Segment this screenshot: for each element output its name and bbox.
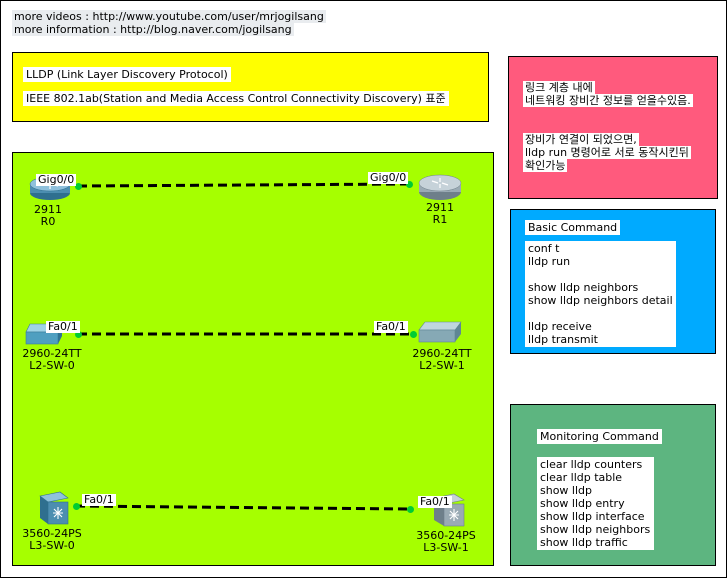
l3-switch-0-icon[interactable]	[36, 490, 70, 526]
l2-switch-1-icon[interactable]	[417, 320, 463, 344]
r1-name-label: R1	[432, 213, 448, 226]
r0-port-label: Gig0/0	[36, 173, 77, 186]
link-status-l3sw0	[73, 503, 80, 510]
l2sw1-port-label: Fa0/1	[374, 320, 408, 333]
r0-name-label: R0	[40, 215, 56, 228]
link-status-l2sw1	[410, 331, 417, 338]
l3sw1-name-label: L3-SW-1	[423, 541, 469, 554]
topology-links	[75, 182, 413, 511]
link-r0-r1[interactable]	[77, 182, 411, 188]
l3sw1-port-label: Fa0/1	[418, 495, 452, 508]
link-status-l3sw1	[407, 506, 414, 513]
l2sw0-name-label: L2-SW-0	[29, 359, 75, 372]
l3sw0-port-label: Fa0/1	[82, 493, 116, 506]
l2sw0-port-label: Fa0/1	[46, 320, 80, 333]
link-l3sw0-l3sw1[interactable]	[75, 504, 411, 511]
router-r1-icon[interactable]	[417, 172, 463, 202]
r1-port-label: Gig0/0	[368, 171, 409, 184]
l2sw1-name-label: L2-SW-1	[419, 359, 465, 372]
l3sw0-name-label: L3-SW-0	[29, 539, 75, 552]
